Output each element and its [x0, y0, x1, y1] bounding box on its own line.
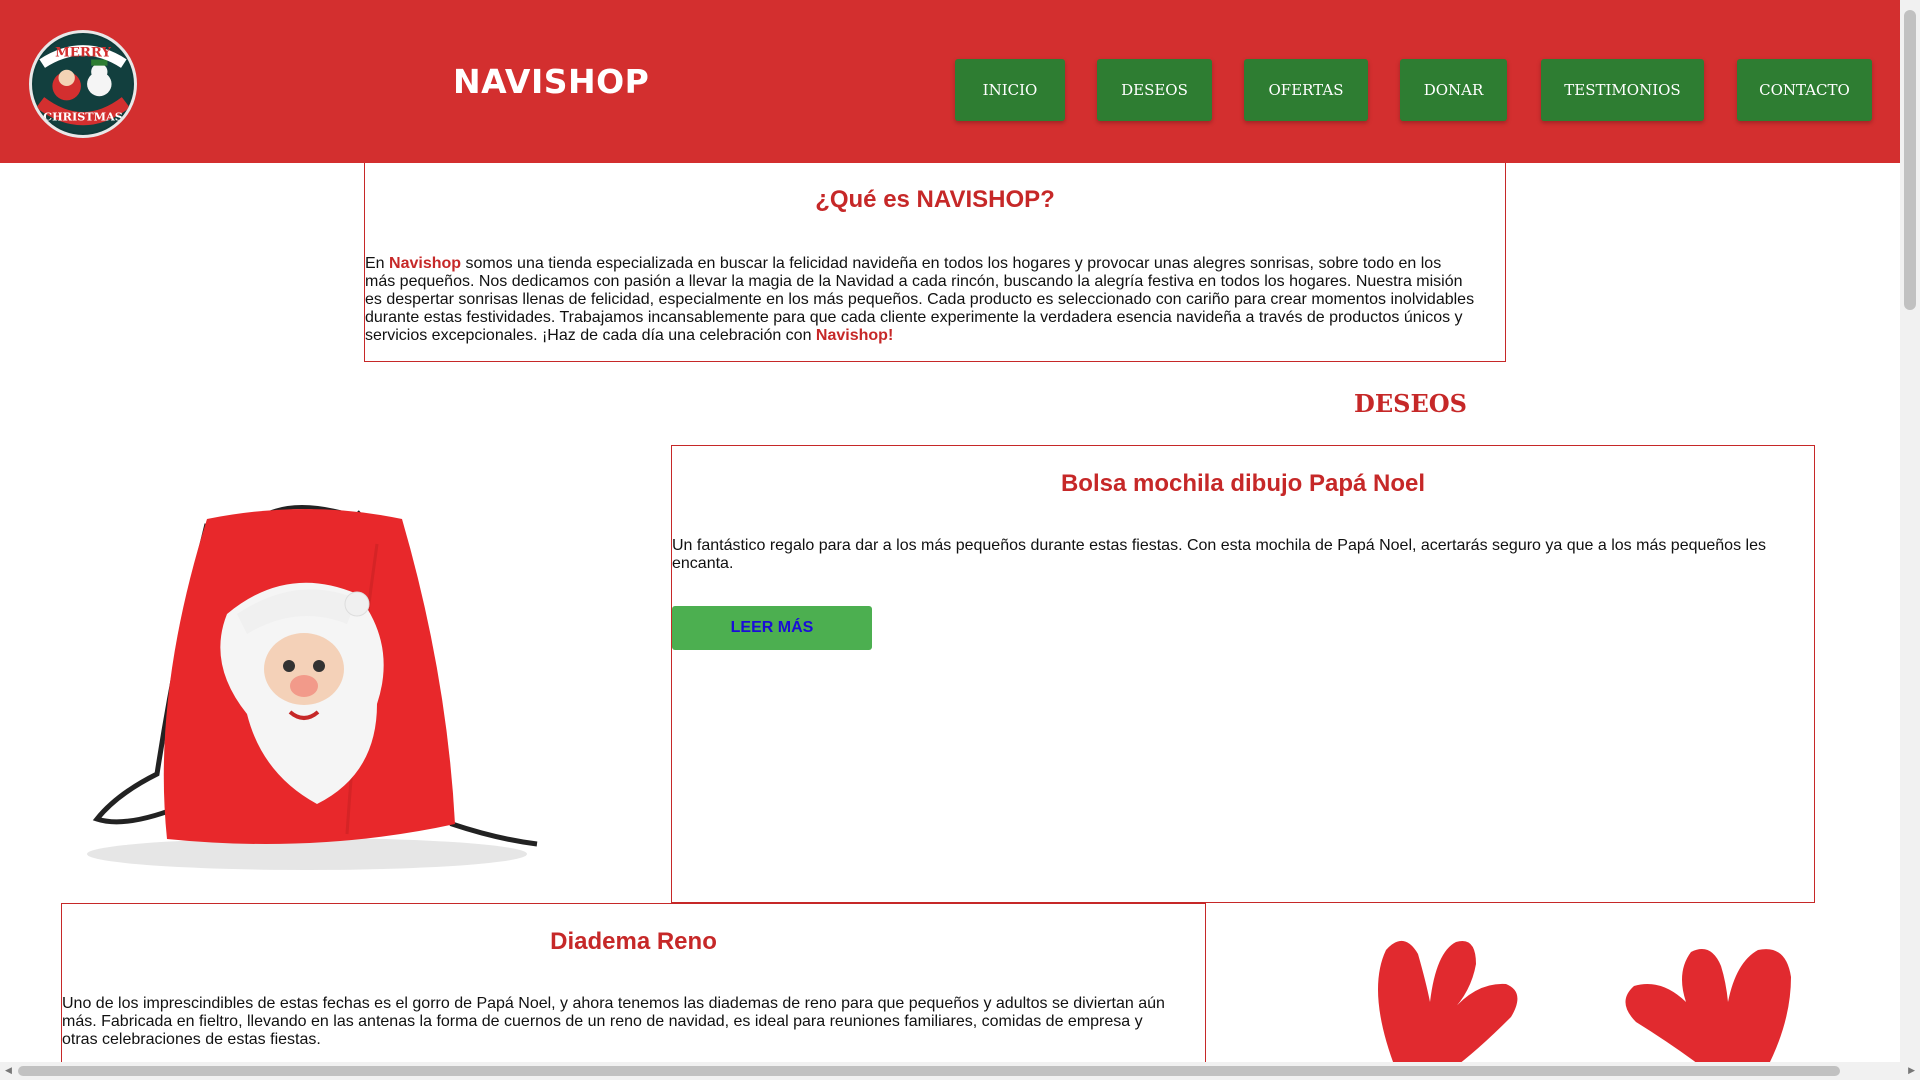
- brand-highlight: Navishop: [815, 327, 888, 344]
- horizontal-scrollbar[interactable]: ◀ ▶: [0, 1062, 1920, 1080]
- nav-ofertas[interactable]: OFERTAS: [1244, 59, 1368, 121]
- product-description: Uno de los imprescindibles de estas fech…: [62, 995, 1165, 1048]
- nav-deseos[interactable]: DESEOS: [1097, 59, 1212, 121]
- nav-inicio[interactable]: INICIO: [955, 59, 1065, 121]
- about-text: En Navishop somos una tienda especializa…: [365, 255, 1475, 344]
- merry-christmas-logo[interactable]: MERRY CHRISTMAS: [29, 30, 137, 138]
- santa-backpack-image: [57, 444, 557, 900]
- product-card: Bolsa mochila dibujo Papá Noel Un fantás…: [671, 445, 1815, 903]
- wishes-section-title: DESEOS: [1354, 389, 1467, 418]
- nav-testimonios[interactable]: TESTIMONIOS: [1541, 59, 1704, 121]
- svg-text:MERRY: MERRY: [55, 45, 111, 60]
- product-description: Un fantástico regalo para dar a los más …: [672, 537, 1766, 572]
- nav-contacto[interactable]: CONTACTO: [1737, 59, 1872, 121]
- site-brand: NAVISHOP: [453, 62, 650, 101]
- product-title: Diadema Reno: [550, 928, 717, 955]
- scroll-right-icon[interactable]: ▶: [1908, 1065, 1915, 1076]
- product-title: Bolsa mochila dibujo Papá Noel: [1060, 470, 1426, 497]
- brand-highlight: Navishop: [389, 255, 462, 272]
- about-title: ¿Qué es NAVISHOP?: [815, 186, 1055, 213]
- site-header: MERRY CHRISTMAS NAVISHOP INICIO DESEOS O…: [0, 0, 1900, 163]
- product-card: Diadema Reno Uno de los imprescindibles …: [61, 903, 1206, 1073]
- vertical-scrollbar[interactable]: [1900, 0, 1920, 1062]
- horizontal-scrollbar-thumb[interactable]: [18, 1066, 1840, 1076]
- svg-text:CHRISTMAS: CHRISTMAS: [43, 110, 123, 124]
- reindeer-headband-image: [1206, 902, 1840, 1070]
- scroll-left-icon[interactable]: ◀: [5, 1065, 12, 1076]
- nav-donar[interactable]: DONAR: [1400, 59, 1507, 121]
- read-more-button[interactable]: LEER MÁS: [672, 606, 872, 650]
- vertical-scrollbar-thumb[interactable]: [1904, 10, 1916, 310]
